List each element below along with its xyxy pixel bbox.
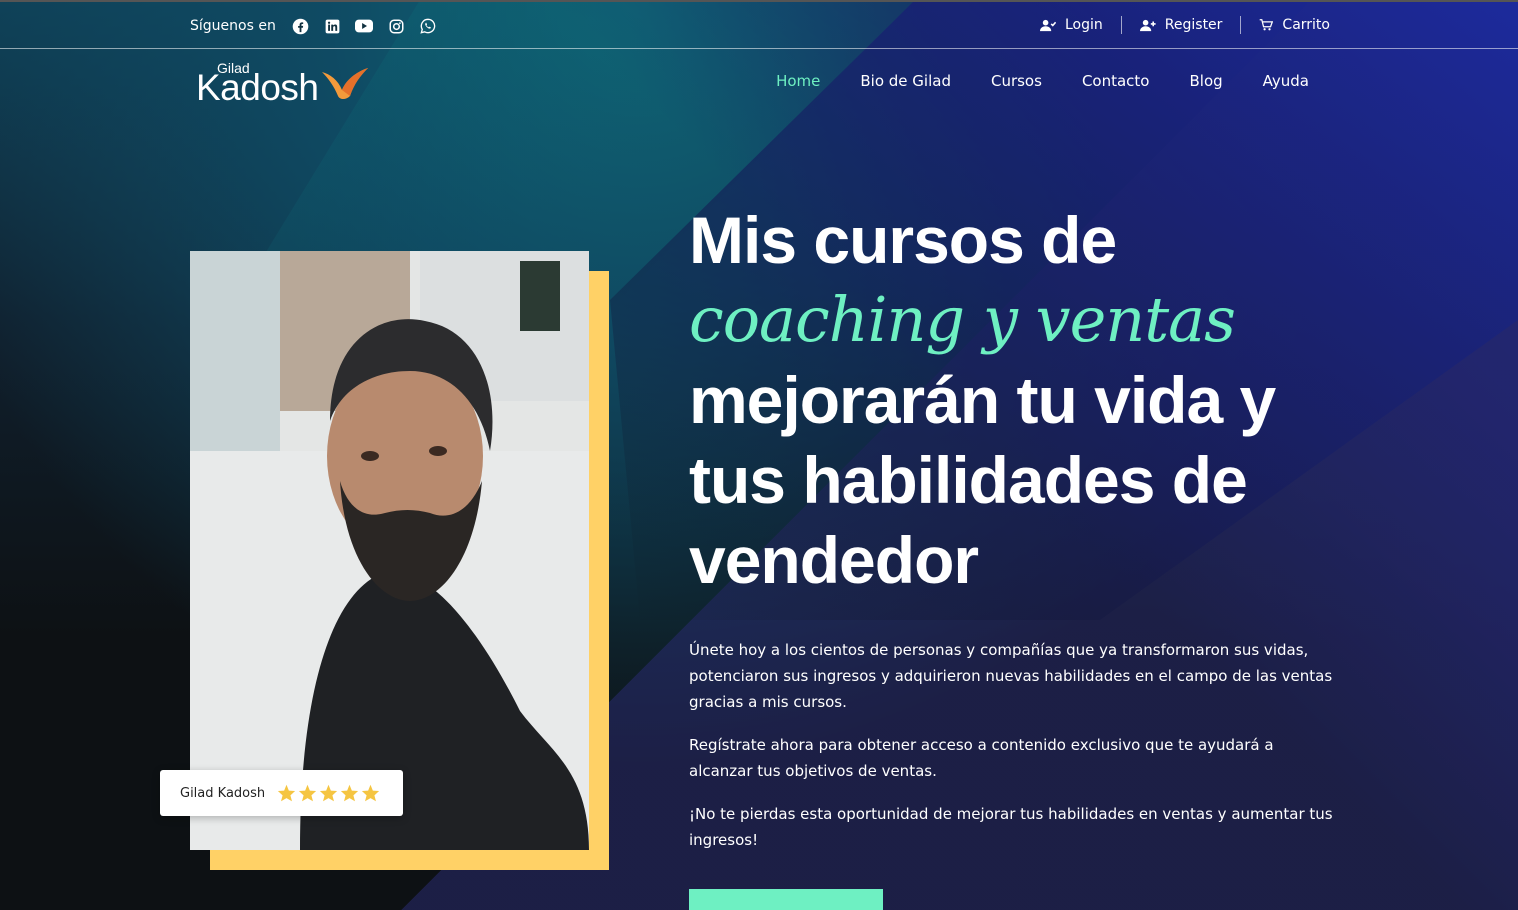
social-links [291,17,437,35]
nav-contacto[interactable]: Contacto [1082,72,1150,90]
site-logo[interactable]: Gilad Kadosh [196,60,376,108]
rating-card: Gilad Kadosh [160,770,403,816]
cta-button[interactable] [689,889,883,910]
login-label: Login [1065,17,1103,33]
account-links: Login Register Carrito [1022,16,1330,34]
star-rating [277,784,380,802]
bird-logo-icon [322,68,368,99]
hero-paragraph: Únete hoy a los cientos de personas y co… [689,641,1333,711]
cart-label: Carrito [1282,17,1330,33]
nav-home[interactable]: Home [776,72,820,90]
hero-title-line: vendedor [689,523,979,597]
top-bar: Síguenos en Login Register Carrito [0,0,1518,49]
user-login-icon [1040,19,1056,31]
hero-paragraph: Regístrate ahora para obtener acceso a c… [689,736,1274,780]
login-link[interactable]: Login [1022,17,1121,33]
star-icon [299,784,317,802]
hero-title-line: tus habilidades de [689,443,1248,517]
star-icon [341,784,359,802]
cart-link[interactable]: Carrito [1241,17,1330,33]
hero-title-line: Mis cursos de [689,203,1117,277]
hero-description: Únete hoy a los cientos de personas y co… [689,637,1334,870]
nav-bio[interactable]: Bio de Gilad [860,72,951,90]
hero-paragraph: ¡No te pierdas esta oportunidad de mejor… [689,805,1333,849]
logo-last-name: Kadosh [196,67,319,108]
profile-photo [190,251,589,850]
star-icon [362,784,380,802]
facebook-icon[interactable] [291,17,309,35]
register-label: Register [1164,17,1223,33]
hero-title-accent: coaching y ventas [689,283,1236,356]
nav-cursos[interactable]: Cursos [991,72,1042,90]
hero-title: Mis cursos de coaching y ventas mejorará… [689,200,1389,600]
hero-title-line: mejorarán tu vida y [689,363,1276,437]
instagram-icon[interactable] [387,17,405,35]
follow-label: Síguenos en [190,18,276,34]
cart-icon [1260,19,1274,31]
star-icon [320,784,338,802]
nav-blog[interactable]: Blog [1189,72,1222,90]
user-plus-icon [1139,19,1156,31]
rating-name: Gilad Kadosh [180,785,266,801]
whatsapp-icon[interactable] [419,17,437,35]
youtube-icon[interactable] [355,17,373,35]
linkedin-icon[interactable] [323,17,341,35]
nav-ayuda[interactable]: Ayuda [1263,72,1309,90]
register-link[interactable]: Register [1122,17,1241,33]
main-nav: Home Bio de Gilad Cursos Contacto Blog A… [776,72,1309,90]
star-icon [278,784,296,802]
